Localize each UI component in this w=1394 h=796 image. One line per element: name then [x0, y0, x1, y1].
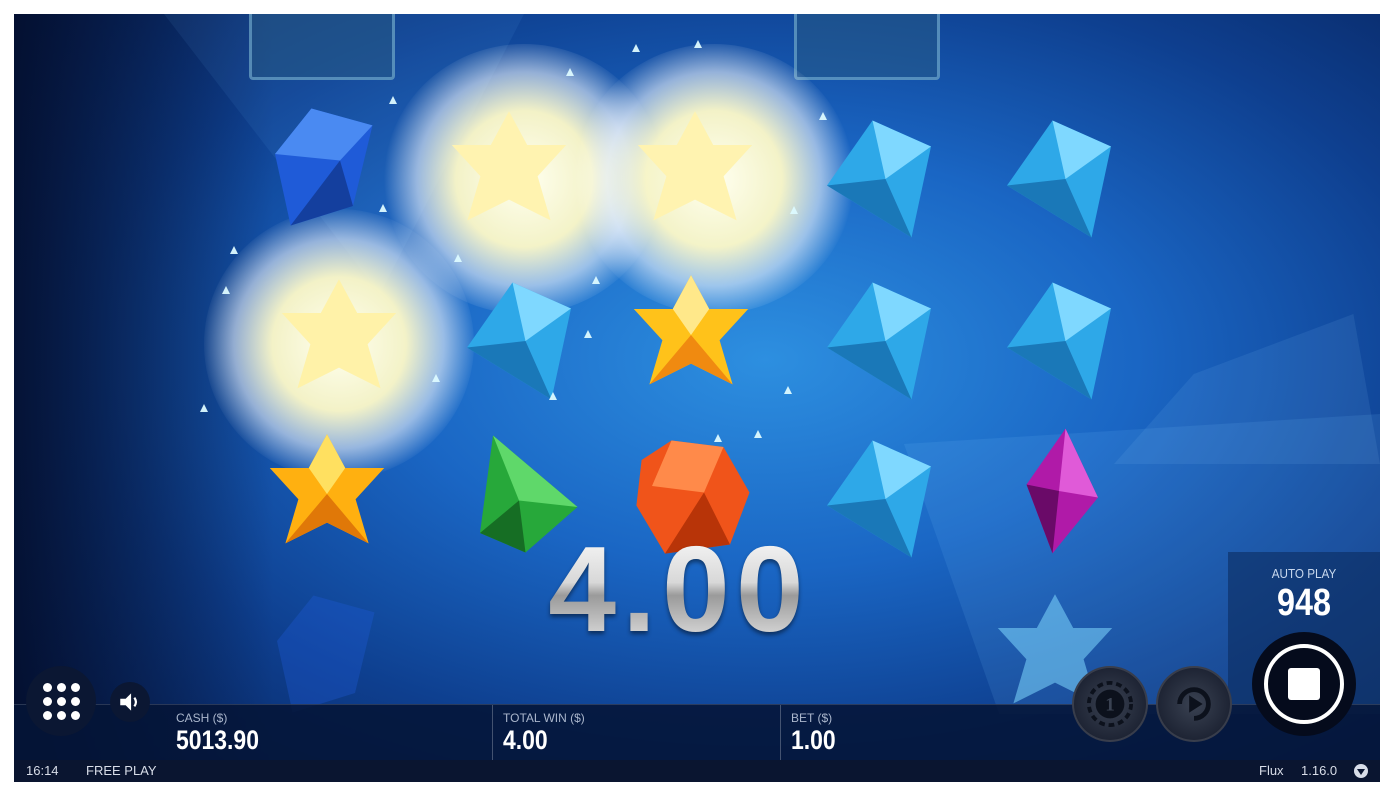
stop-icon	[1264, 644, 1344, 724]
bet-label: BET ($)	[791, 711, 833, 725]
sparkle-particle	[592, 276, 600, 284]
sparkle-particle	[379, 204, 387, 212]
sparkle-particle	[222, 286, 230, 294]
game-name: Flux	[1259, 763, 1284, 778]
sparkle-particle	[549, 392, 557, 400]
star-gem-yellow-symbol	[444, 106, 574, 236]
sparkle-particle	[454, 254, 462, 262]
gem-cyan-symbol	[454, 276, 584, 406]
status-bar: 16:14 FREE PLAY Flux 1.16.0	[14, 760, 1380, 782]
speaker-icon	[120, 693, 138, 711]
gem-cyan-symbol	[814, 276, 944, 406]
sparkle-particle	[632, 44, 640, 52]
game-viewport: 4.00 AUTO PLAY 948 CASH ($) 5013.90 TOTA…	[14, 14, 1380, 782]
svg-text:1: 1	[1105, 695, 1115, 716]
grid-menu-icon	[42, 682, 80, 720]
sparkle-particle	[230, 246, 238, 254]
sparkle-particle	[694, 40, 702, 48]
menu-button[interactable]	[26, 666, 96, 736]
sparkle-particle	[784, 386, 792, 394]
reel-frame-top	[794, 14, 940, 80]
sparkle-particle	[389, 96, 397, 104]
sound-button[interactable]	[110, 682, 150, 722]
sparkle-particle	[790, 206, 798, 214]
background-facet	[1114, 314, 1380, 464]
total-win-value: 4.00	[503, 725, 548, 755]
cash-label: CASH ($)	[176, 711, 228, 725]
sparkle-particle	[714, 434, 722, 442]
gem-purple-symbol	[994, 426, 1124, 556]
sparkle-particle	[566, 68, 574, 76]
coin-value-icon: 1	[1086, 680, 1134, 728]
total-win-label: TOTAL WIN ($)	[503, 711, 585, 725]
gem-cyan-symbol	[814, 114, 944, 244]
sparkle-particle	[819, 112, 827, 120]
sparkle-particle	[200, 404, 208, 412]
reel-frame-top	[249, 14, 395, 80]
win-amount-display: 4.00	[454, 524, 904, 654]
autoplay-icon	[1177, 687, 1211, 721]
clock-time: 16:14	[26, 763, 59, 778]
gem-dark-blue-symbol	[264, 589, 394, 719]
game-version: 1.16.0	[1301, 763, 1338, 778]
star-gem-orange-symbol	[262, 429, 392, 559]
cash-display: CASH ($) 5013.90	[166, 705, 274, 761]
stop-button[interactable]	[1252, 632, 1356, 736]
autoplay-button[interactable]	[1156, 666, 1232, 742]
coin-value-button[interactable]: 1	[1072, 666, 1148, 742]
sparkle-particle	[754, 430, 762, 438]
star-gem-yellow-symbol	[626, 270, 756, 400]
gem-dark-blue-symbol	[262, 102, 392, 232]
bet-display: BET ($) 1.00	[780, 705, 844, 761]
total-win-display: TOTAL WIN ($) 4.00	[492, 705, 585, 761]
autoplay-count: 948	[1277, 582, 1331, 624]
gem-cyan-symbol	[994, 114, 1124, 244]
logo-icon	[1354, 764, 1368, 778]
star-gem-yellow-symbol	[274, 274, 404, 404]
gem-cyan-symbol	[994, 276, 1124, 406]
play-mode: FREE PLAY	[86, 763, 157, 778]
sparkle-particle	[584, 330, 592, 338]
star-gem-yellow-symbol	[630, 106, 760, 236]
sparkle-particle	[432, 374, 440, 382]
bet-value: 1.00	[791, 725, 836, 755]
cash-value: 5013.90	[176, 725, 259, 755]
autoplay-label: AUTO PLAY	[1271, 566, 1337, 581]
